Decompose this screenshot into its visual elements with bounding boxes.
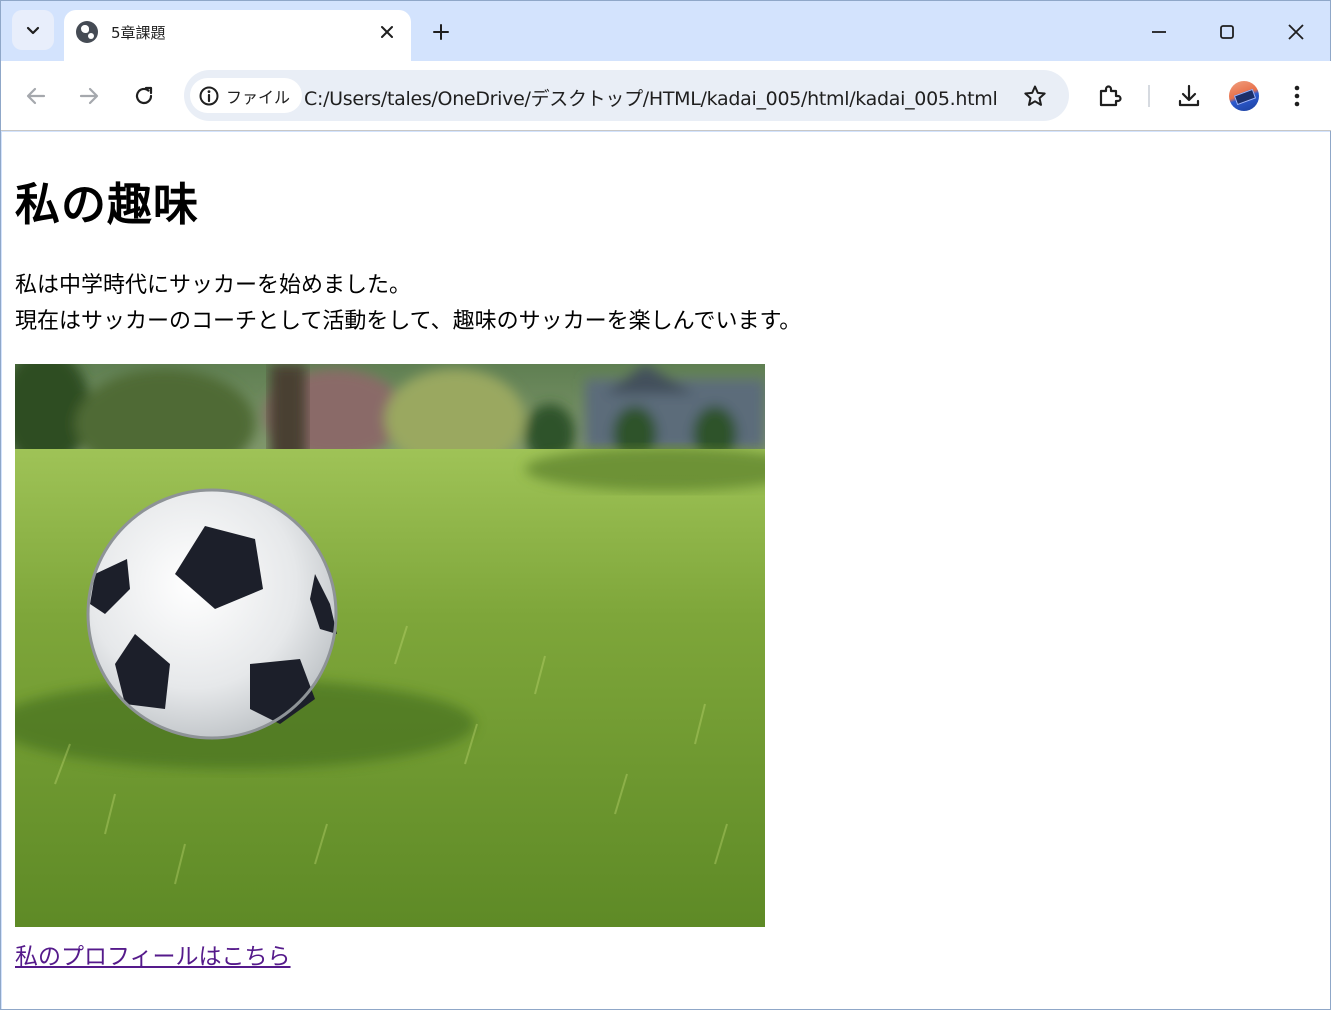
downloads-button[interactable] — [1171, 78, 1207, 114]
plus-icon — [433, 24, 449, 40]
address-bar[interactable]: ファイル C:/Users/tales/OneDrive/デスクトップ/HTML… — [184, 70, 1069, 121]
maximize-icon — [1220, 25, 1234, 39]
toolbar-divider — [1148, 85, 1150, 107]
new-tab-button[interactable] — [425, 16, 457, 48]
minimize-icon — [1152, 31, 1166, 33]
hobby-paragraph: 私は中学時代にサッカーを始めました。 現在はサッカーのコーチとして活動をして、趣… — [15, 268, 801, 340]
bookmark-button[interactable] — [1018, 79, 1052, 113]
menu-button[interactable] — [1279, 78, 1315, 114]
download-icon — [1178, 84, 1200, 107]
paragraph-line-2: 現在はサッカーのコーチとして活動をして、趣味のサッカーを楽しんでいます。 — [15, 309, 802, 334]
reload-icon — [135, 86, 153, 105]
reload-button[interactable] — [126, 78, 162, 114]
more-vertical-icon — [1294, 85, 1300, 107]
info-icon — [199, 86, 219, 105]
globe-icon — [76, 21, 98, 43]
profile-avatar[interactable] — [1229, 81, 1259, 111]
maximize-button[interactable] — [1204, 9, 1250, 55]
tab-title: 5章課題 — [111, 24, 166, 42]
minimize-button[interactable] — [1136, 9, 1182, 55]
soccer-ball-photo — [15, 364, 765, 927]
tab-strip: 5章課題 — [1, 1, 1331, 61]
arrow-left-icon — [26, 87, 46, 105]
tab-search-button[interactable] — [12, 10, 54, 50]
close-tab-button[interactable] — [373, 18, 401, 46]
browser-window: 5章課題 ファイル C:/Users/tales/OneDrive/デスクトップ… — [0, 0, 1331, 1010]
url-text[interactable]: C:/Users/tales/OneDrive/デスクトップ/HTML/kada… — [304, 84, 998, 111]
page-title: 私の趣味 — [15, 178, 200, 231]
extensions-button[interactable] — [1091, 78, 1127, 114]
star-icon — [1024, 85, 1046, 106]
arrow-right-icon — [79, 87, 99, 105]
chevron-down-icon — [26, 26, 40, 35]
security-chip-label: ファイル — [226, 87, 291, 107]
close-window-button[interactable] — [1273, 9, 1319, 55]
paragraph-line-1: 私は中学時代にサッカーを始めました。 — [15, 273, 412, 298]
browser-toolbar: ファイル C:/Users/tales/OneDrive/デスクトップ/HTML… — [1, 61, 1331, 131]
site-info-chip[interactable]: ファイル — [190, 78, 303, 113]
close-icon — [381, 26, 393, 38]
back-button[interactable] — [18, 78, 54, 114]
page-content: 私の趣味 私は中学時代にサッカーを始めました。 現在はサッカーのコーチとして活動… — [2, 132, 1330, 1009]
active-tab[interactable]: 5章課題 — [64, 10, 411, 61]
profile-link[interactable]: 私のプロフィールはこちら — [15, 937, 291, 971]
close-icon — [1288, 24, 1304, 40]
forward-button[interactable] — [71, 78, 107, 114]
puzzle-icon — [1099, 85, 1122, 107]
